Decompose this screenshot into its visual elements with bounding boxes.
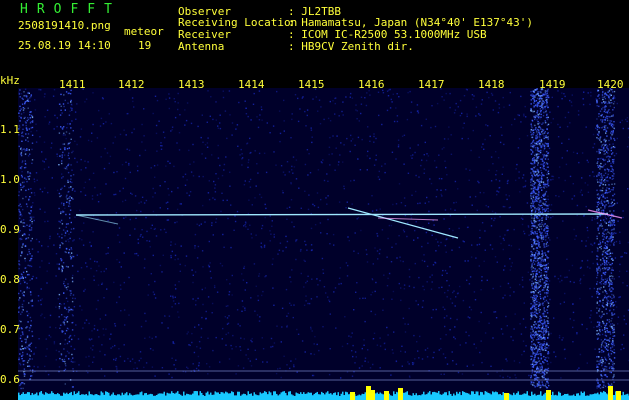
antenna-value: : HB9CV Zenith dir. xyxy=(288,40,414,53)
x-tick-label: 1418 xyxy=(478,78,505,91)
amplitude-peak xyxy=(370,390,375,400)
meteor-label: meteor xyxy=(124,25,164,38)
amplitude-peak xyxy=(504,393,509,400)
y-tick-label: 0.9 xyxy=(0,223,20,236)
amplitude-peak xyxy=(350,392,355,400)
x-tick-label: 1417 xyxy=(418,78,445,91)
x-tick-label: 1414 xyxy=(238,78,265,91)
header-panel: HROFFT 2508191410.png 25.08.19 14:10 met… xyxy=(0,0,629,76)
y-tick-label: 1.0 xyxy=(0,173,20,186)
x-tick-label: 1419 xyxy=(539,78,566,91)
y-tick-label: 1.1 xyxy=(0,123,20,136)
x-tick-label: 1415 xyxy=(298,78,325,91)
x-tick-label: 1412 xyxy=(118,78,145,91)
amplitude-peak xyxy=(546,390,551,400)
y-tick-label: 0.8 xyxy=(0,273,20,286)
file-name: 2508191410.png xyxy=(18,19,111,32)
app-title: HROFFT xyxy=(20,2,121,17)
spectrogram-area xyxy=(18,88,629,400)
amplitude-peak xyxy=(398,388,403,400)
x-tick-label: 1411 xyxy=(59,78,86,91)
x-tick-label: 1413 xyxy=(178,78,205,91)
antenna-label: Antenna xyxy=(178,40,225,53)
spectrogram xyxy=(18,88,629,400)
y-unit-label: kHz xyxy=(0,74,20,87)
y-tick-label: 0.6 xyxy=(0,373,20,386)
amplitude-peak xyxy=(616,391,621,400)
timestamp: 25.08.19 14:10 xyxy=(18,39,111,52)
meteor-count: 19 xyxy=(138,39,152,52)
x-tick-label: 1416 xyxy=(358,78,385,91)
y-tick-label: 0.7 xyxy=(0,323,20,336)
amplitude-peak xyxy=(384,391,389,400)
x-tick-label: 1420 xyxy=(597,78,624,91)
amplitude-peak xyxy=(608,386,613,400)
